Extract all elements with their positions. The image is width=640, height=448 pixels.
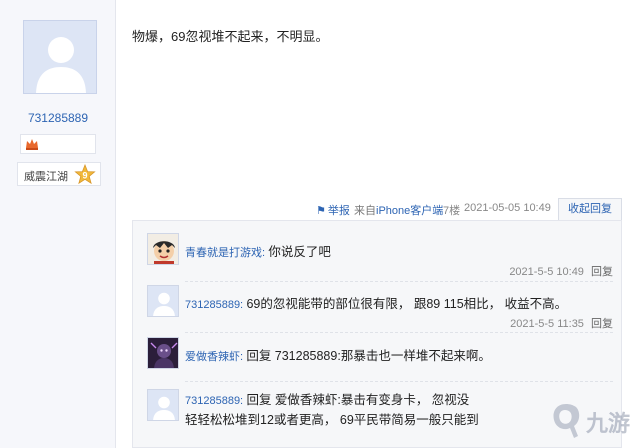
default-avatar-icon bbox=[24, 21, 96, 93]
reply-time: 2021-5-5 11:35 bbox=[510, 318, 584, 330]
report-label: 举报 bbox=[327, 205, 350, 217]
reply-text-continued: 轻轻松松堆到12或者更高， 69平民带简易一般只能到 bbox=[185, 413, 479, 427]
default-avatar-icon bbox=[148, 286, 178, 316]
avatar[interactable] bbox=[147, 337, 179, 369]
divider bbox=[185, 281, 613, 282]
rank-level: 9 bbox=[82, 171, 87, 181]
list-item: 731285889: 回复 爱做香辣虾:暴击有变身卡， 忽视没 轻轻松松堆到12… bbox=[147, 389, 613, 445]
reply-meta: 2021-5-5 11:35 回复 bbox=[510, 315, 613, 331]
reply-target-link[interactable]: 爱做香辣虾 bbox=[275, 393, 338, 407]
reply-target-link[interactable]: 731285889 bbox=[275, 349, 338, 363]
default-avatar-icon bbox=[148, 390, 178, 420]
floor-number: 7楼 bbox=[443, 205, 461, 217]
report-link[interactable]: ⚑ 举报 bbox=[316, 202, 350, 218]
reply-author-link[interactable]: 爱做香辣虾: bbox=[185, 351, 243, 363]
reply-button[interactable]: 回复 bbox=[591, 266, 613, 278]
reply-text: :暴击有变身卡， 忽视没 bbox=[337, 393, 470, 407]
rank-badge: 威震江湖 9 bbox=[17, 162, 101, 186]
avatar[interactable] bbox=[147, 285, 179, 317]
watermark-logo: 九游 bbox=[548, 398, 640, 444]
post-time: 2021-05-05 10:49 bbox=[464, 202, 551, 214]
avatar[interactable] bbox=[147, 389, 179, 421]
flag-icon: ⚑ bbox=[316, 205, 326, 217]
list-item: 爱做香辣虾: 回复 731285889:那暴击也一样堆不起来啊。 bbox=[147, 337, 613, 377]
list-item: 青春就是打游戏: 你说反了吧 2021-5-5 10:49 回复 bbox=[147, 233, 613, 279]
post-content: 物爆，69忽视堆不起来，不明显。 bbox=[132, 29, 329, 44]
divider bbox=[185, 381, 613, 382]
reply-author-link[interactable]: 731285889: bbox=[185, 299, 243, 311]
user-sidebar: 731285889 威震江湖 9 bbox=[0, 0, 116, 448]
collapse-replies-button[interactable]: 收起回复 bbox=[558, 198, 622, 220]
dark-figure-avatar-icon bbox=[148, 338, 178, 368]
reply-author-link[interactable]: 731285889: bbox=[185, 395, 243, 407]
crown-medal-icon bbox=[26, 139, 38, 150]
reply-text: 你说反了吧 bbox=[268, 245, 331, 259]
reply-time: 2021-5-5 10:49 bbox=[509, 266, 584, 278]
reply-button[interactable]: 回复 bbox=[591, 318, 613, 330]
reply-line: 爱做香辣虾: 回复 731285889:那暴击也一样堆不起来啊。 bbox=[185, 345, 491, 364]
list-item: 731285889: 69的忽视能带的部位很有限， 跟89 115相比， 收益不… bbox=[147, 285, 613, 331]
reply-author-link[interactable]: 青春就是打游戏: bbox=[185, 247, 265, 259]
reply-meta: 2021-5-5 10:49 回复 bbox=[509, 263, 613, 279]
avatar[interactable] bbox=[147, 233, 179, 265]
reply-line: 青春就是打游戏: 你说反了吧 bbox=[185, 241, 331, 260]
reply-text: 69的忽视能带的部位很有限， 跟89 115相比， 收益不高。 bbox=[246, 297, 568, 311]
username-link[interactable]: 731285889 bbox=[0, 111, 116, 125]
watermark-text: 九游 bbox=[585, 411, 630, 437]
source-prefix: 来自 bbox=[354, 205, 376, 217]
reply-text: :那暴击也一样堆不起来啊。 bbox=[337, 349, 491, 363]
reply-line-continued: 轻轻松松堆到12或者更高， 69平民带简易一般只能到 bbox=[185, 409, 479, 428]
reply-line: 731285889: 69的忽视能带的部位很有限， 跟89 115相比， 收益不… bbox=[185, 293, 567, 312]
avatar[interactable] bbox=[23, 20, 97, 94]
medal-box bbox=[20, 134, 96, 154]
post-meta: ⚑ 举报 来自iPhone客户端 7楼 2021-05-05 10:49 收起回复 bbox=[310, 198, 622, 220]
reply-prefix: 回复 bbox=[246, 393, 272, 407]
reply-prefix: 回复 bbox=[246, 349, 272, 363]
cartoon-avatar-icon bbox=[148, 234, 178, 264]
source-device-link[interactable]: iPhone客户端 bbox=[376, 205, 443, 217]
rank-star-icon: 9 bbox=[74, 164, 96, 185]
nine-game-logo-icon: 九游 bbox=[553, 404, 630, 438]
post-source: 来自iPhone客户端 bbox=[354, 202, 443, 218]
rank-title: 威震江湖 bbox=[24, 171, 68, 183]
reply-line: 731285889: 回复 爱做香辣虾:暴击有变身卡， 忽视没 bbox=[185, 389, 469, 408]
divider bbox=[185, 332, 613, 333]
